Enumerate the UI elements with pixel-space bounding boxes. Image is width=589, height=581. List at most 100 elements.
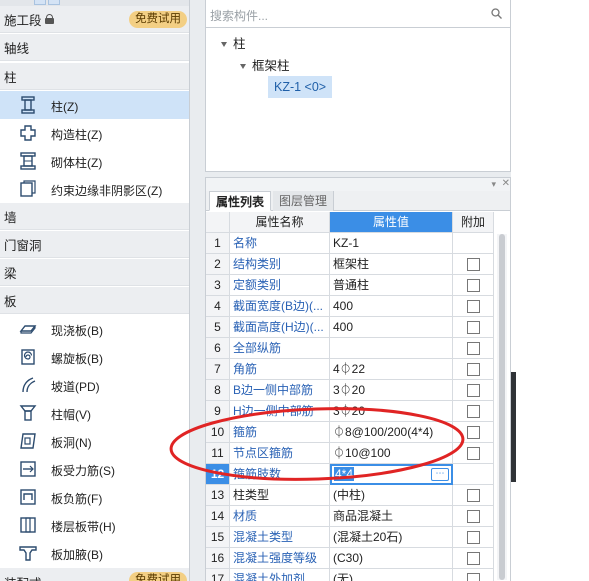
property-value-editor[interactable]: 4*4	[334, 467, 355, 481]
category-wall[interactable]: 墙	[0, 203, 189, 230]
property-name[interactable]: 全部纵筋	[230, 338, 330, 359]
column-header-value[interactable]: 属性值	[330, 212, 453, 233]
extra-checkbox[interactable]	[467, 363, 480, 376]
sidebar-item-ramp[interactable]: 坡道(PD)	[0, 371, 189, 399]
vertical-scrollbar[interactable]	[497, 234, 507, 580]
extra-checkbox[interactable]	[467, 489, 480, 502]
property-value[interactable]: ⏀10@100	[330, 443, 453, 464]
extra-checkbox[interactable]	[467, 321, 480, 334]
tab-layer-management[interactable]: 图层管理	[273, 191, 335, 211]
collapse-arrow-icon[interactable]	[221, 42, 227, 48]
extra-checkbox[interactable]	[467, 573, 480, 581]
tab-property-list[interactable]: 属性列表	[209, 191, 272, 211]
property-value[interactable]: KZ-1	[330, 233, 453, 254]
sidebar-item-spiral-slab[interactable]: 螺旋板(B)	[0, 343, 189, 371]
boundary-zone-icon	[20, 180, 36, 197]
property-name[interactable]: 箍筋肢数	[230, 464, 330, 485]
row-index: 10	[206, 422, 230, 443]
property-value[interactable]: 400	[330, 317, 453, 338]
category-beam[interactable]: 梁	[0, 259, 189, 286]
collapse-arrow-icon[interactable]	[240, 64, 246, 70]
property-name[interactable]: 柱类型	[230, 485, 330, 506]
category-door-window[interactable]: 门窗洞	[0, 231, 189, 258]
sidebar-item-slab-negative-rebar[interactable]: 板负筋(F)	[0, 483, 189, 511]
property-value[interactable]: 3⏀20	[330, 380, 453, 401]
free-trial-badge[interactable]: 免费试用	[129, 572, 187, 581]
extra-checkbox[interactable]	[467, 552, 480, 565]
extra-checkbox[interactable]	[467, 300, 480, 313]
sidebar-item-slab-hole[interactable]: 板洞(N)	[0, 427, 189, 455]
category-label: 施工段	[4, 13, 42, 28]
sidebar-item-slab-haunch[interactable]: 板加腋(B)	[0, 539, 189, 567]
property-value[interactable]: (混凝土20石)	[330, 527, 453, 548]
property-value[interactable]: 400	[330, 296, 453, 317]
property-value[interactable]: (C30)	[330, 548, 453, 569]
strip-tab[interactable]	[34, 0, 46, 5]
close-icon[interactable]: ✕	[502, 179, 510, 189]
property-value[interactable]: ⏀8@100/200(4*4)	[330, 422, 453, 443]
sidebar-item-masonry-column[interactable]: 砌体柱(Z)	[0, 147, 189, 175]
ellipsis-button[interactable]: ⋯	[431, 468, 449, 481]
search-icon[interactable]	[491, 8, 502, 19]
category-slab[interactable]: 板	[0, 287, 189, 314]
free-trial-badge[interactable]: 免费试用	[129, 11, 187, 28]
property-value[interactable]: 普通柱	[330, 275, 453, 296]
category-axis[interactable]: 轴线	[0, 34, 189, 61]
category-construction-stage[interactable]: 施工段 免费试用	[0, 6, 189, 33]
extra-checkbox[interactable]	[467, 510, 480, 523]
property-name[interactable]: 定额类别	[230, 275, 330, 296]
property-value[interactable]: (中柱)	[330, 485, 453, 506]
column-header-name[interactable]: 属性名称	[230, 212, 330, 233]
extra-checkbox[interactable]	[467, 384, 480, 397]
property-name[interactable]: 混凝土类型	[230, 527, 330, 548]
category-prefab[interactable]: 装配式 免费试用	[0, 568, 189, 581]
component-search[interactable]: 搜索构件...	[206, 0, 510, 28]
property-name[interactable]: 名称	[230, 233, 330, 254]
property-name[interactable]: 混凝土外加剂	[230, 569, 330, 581]
sidebar-item-constructional-column[interactable]: 构造柱(Z)	[0, 119, 189, 147]
property-value[interactable]: (无)	[330, 569, 453, 581]
sidebar-item-boundary-zone[interactable]: 约束边缘非阴影区(Z)	[0, 175, 189, 203]
property-name[interactable]: 节点区箍筋	[230, 443, 330, 464]
sidebar-item-cast-slab[interactable]: 现浇板(B)	[0, 315, 189, 343]
property-value[interactable]: 商品混凝土	[330, 506, 453, 527]
property-name[interactable]: 结构类别	[230, 254, 330, 275]
property-name[interactable]: 截面宽度(B边)(...	[230, 296, 330, 317]
extra-checkbox[interactable]	[467, 279, 480, 292]
extra-checkbox[interactable]	[467, 426, 480, 439]
property-panel: ▾ ✕ 属性列表 图层管理 属性名称 属性值 附加 1 名称 KZ-1 2 结构类别 框架…	[205, 177, 511, 581]
property-name[interactable]: 角筋	[230, 359, 330, 380]
sidebar-item-column[interactable]: 柱(Z)	[0, 91, 189, 119]
tree-node-kz1[interactable]: KZ-1 <0>	[268, 76, 333, 98]
strip-tab[interactable]	[48, 0, 60, 5]
extra-checkbox[interactable]	[467, 258, 480, 271]
scrollbar-thumb[interactable]	[499, 234, 505, 580]
sidebar-item-column-cap[interactable]: 柱帽(V)	[0, 399, 189, 427]
property-value[interactable]	[330, 338, 453, 359]
property-value[interactable]: 框架柱	[330, 254, 453, 275]
extra-checkbox[interactable]	[467, 405, 480, 418]
property-name[interactable]: 箍筋	[230, 422, 330, 443]
property-name[interactable]: 截面高度(H边)(...	[230, 317, 330, 338]
category-column[interactable]: 柱	[0, 63, 189, 90]
property-name[interactable]: 材质	[230, 506, 330, 527]
search-input[interactable]: 搜索构件...	[210, 7, 268, 24]
extra-checkbox[interactable]	[467, 531, 480, 544]
row-index: 17	[206, 569, 230, 581]
tree-node-column[interactable]: 柱	[221, 33, 246, 52]
extra-checkbox[interactable]	[467, 342, 480, 355]
column-header-extra[interactable]: 附加	[453, 212, 494, 233]
property-name[interactable]: 混凝土强度等级	[230, 548, 330, 569]
property-name[interactable]: H边一侧中部筋	[230, 401, 330, 422]
property-value[interactable]: 4⏀22	[330, 359, 453, 380]
extra-checkbox[interactable]	[467, 447, 480, 460]
property-value[interactable]: 3⏀20	[330, 401, 453, 422]
sidebar-item-label: 螺旋板(B)	[51, 352, 103, 366]
tree-node-frame-column[interactable]: 框架柱	[240, 55, 290, 74]
pin-icon[interactable]: ▾	[491, 180, 496, 189]
sidebar-item-slab-main-rebar[interactable]: 板受力筋(S)	[0, 455, 189, 483]
property-value[interactable]: 4*4 ⋯	[330, 464, 453, 485]
property-name[interactable]: B边一侧中部筋	[230, 380, 330, 401]
sidebar-item-floor-strip[interactable]: 楼层板带(H)	[0, 511, 189, 539]
splitter-handle[interactable]	[511, 372, 516, 482]
